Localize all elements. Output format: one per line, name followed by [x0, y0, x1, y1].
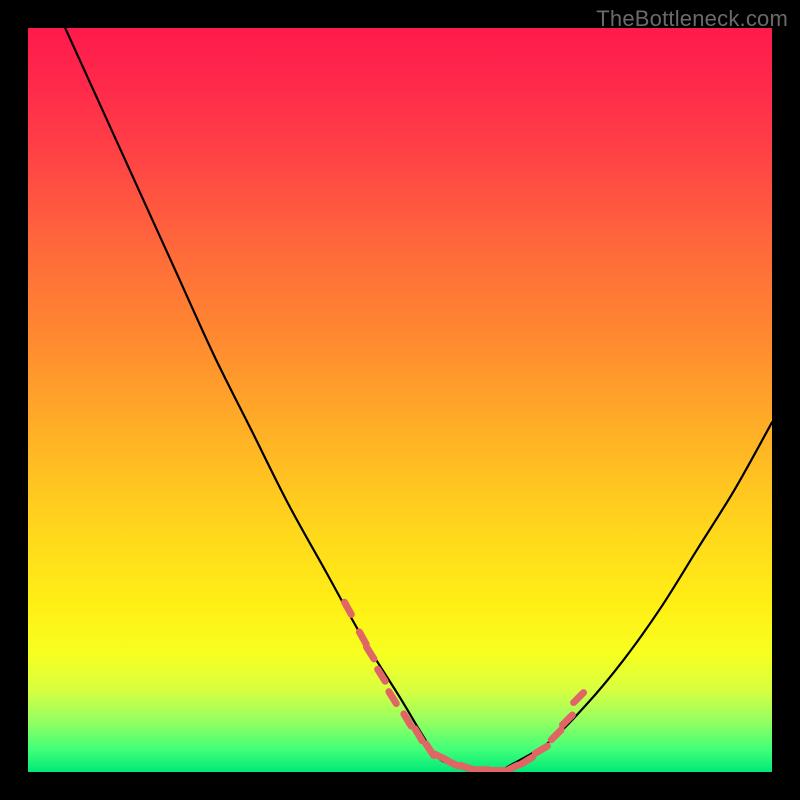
highlight-dash	[367, 647, 374, 659]
highlight-dash	[535, 746, 547, 753]
chart-container: TheBottleneck.com	[0, 0, 800, 800]
watermark-text: TheBottleneck.com	[596, 6, 788, 32]
highlight-dash	[415, 729, 422, 741]
highlight-dash	[389, 692, 396, 704]
highlight-dash	[345, 602, 352, 614]
highlight-dash	[551, 730, 561, 740]
plot-area	[28, 28, 772, 772]
highlight-dash	[359, 632, 366, 644]
highlight-dash	[562, 715, 572, 725]
highlight-dash	[574, 693, 584, 703]
bottleneck-curve	[65, 28, 772, 772]
highlight-dashes	[345, 602, 584, 771]
chart-svg	[28, 28, 772, 772]
highlight-dash	[446, 760, 459, 766]
